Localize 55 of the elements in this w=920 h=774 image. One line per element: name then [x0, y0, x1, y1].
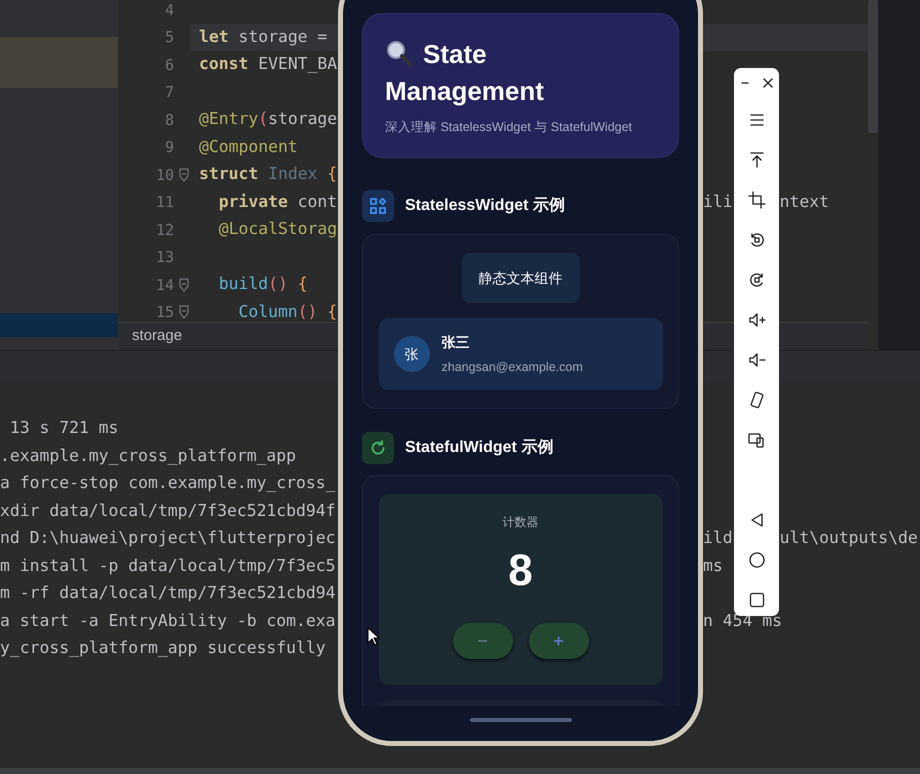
- code-line: @LocalStorag: [218, 218, 338, 240]
- code-line: Column() {: [237, 300, 338, 322]
- section-title: StatelessWidget 示例: [405, 196, 565, 216]
- static-text-chip: 静态文本组件: [462, 253, 580, 303]
- breadcrumb-item[interactable]: storage: [132, 325, 182, 348]
- console-fragment: ult\outputs\de: [780, 527, 918, 550]
- increment-button[interactable]: +: [528, 623, 588, 659]
- code-line: @Entry(storage: [199, 108, 338, 130]
- line-number: 6: [164, 54, 174, 76]
- counter-label: 计数器: [502, 514, 538, 531]
- line-number: 11: [156, 192, 174, 213]
- console-line: a force-stop com.example.my_cross_: [0, 473, 336, 492]
- code-line: let storage =: [199, 26, 328, 48]
- code-line: @Component: [199, 136, 298, 158]
- line-number: 10: [156, 164, 174, 186]
- code-line: build() {: [218, 273, 308, 296]
- line-number: 8: [164, 110, 174, 130]
- avatar: 张: [394, 336, 430, 372]
- line-number: 12: [156, 220, 174, 240]
- console-line: m install -p data/local/tmp/7f3ec5: [0, 556, 336, 575]
- console-line: 13 s 721 ms: [8, 418, 118, 438]
- counter-value: 8: [508, 546, 533, 596]
- decrement-button[interactable]: −: [452, 623, 512, 659]
- line-number: 7: [164, 82, 174, 103]
- code-fragment: ntext: [780, 190, 829, 213]
- console-fragment: ms: [703, 554, 723, 577]
- fold-icon[interactable]: [179, 305, 189, 320]
- line-number: 9: [164, 137, 174, 158]
- code-line: const EVENT_BA: [199, 53, 338, 76]
- line-number: 5: [164, 27, 174, 48]
- page-title: State Management: [385, 38, 545, 108]
- console-line: nd D:\huawei\project\flutterprojec: [0, 528, 336, 548]
- line-number: 13: [156, 247, 174, 268]
- cursor-icon: [367, 627, 380, 646]
- code-line: private cont: [218, 190, 338, 213]
- line-number: 15: [156, 302, 174, 322]
- console-line: xdir data/local/tmp/7f3ec521cbd94f: [0, 500, 336, 520]
- code-line: struct Index {: [199, 163, 338, 186]
- user-name: 张三: [442, 332, 470, 352]
- line-number: 4: [164, 0, 174, 20]
- line-number: 14: [156, 274, 174, 296]
- code-fragment: ili: [703, 190, 733, 213]
- section-title: StatefulWidget 示例: [405, 438, 554, 458]
- console-line: a start -a EntryAbility -b com.exa: [0, 610, 336, 630]
- subtitle: 深入理解 StatelessWidget 与 StatefulWidget: [385, 119, 634, 136]
- fold-icon[interactable]: [179, 168, 189, 182]
- console-line: m -rf data/local/tmp/7f3ec521cbd94: [0, 583, 336, 602]
- console-line: y_cross_platform_app successfully: [0, 638, 326, 658]
- search-icon: [385, 39, 413, 67]
- refresh-icon: [362, 432, 394, 464]
- user-email: zhangsan@example.com: [442, 358, 583, 376]
- console-fragment: ild: [703, 527, 733, 550]
- fold-icon[interactable]: [179, 278, 189, 292]
- grid-icon: [362, 190, 394, 222]
- console-line: .example.my_cross_platform_app: [0, 446, 296, 465]
